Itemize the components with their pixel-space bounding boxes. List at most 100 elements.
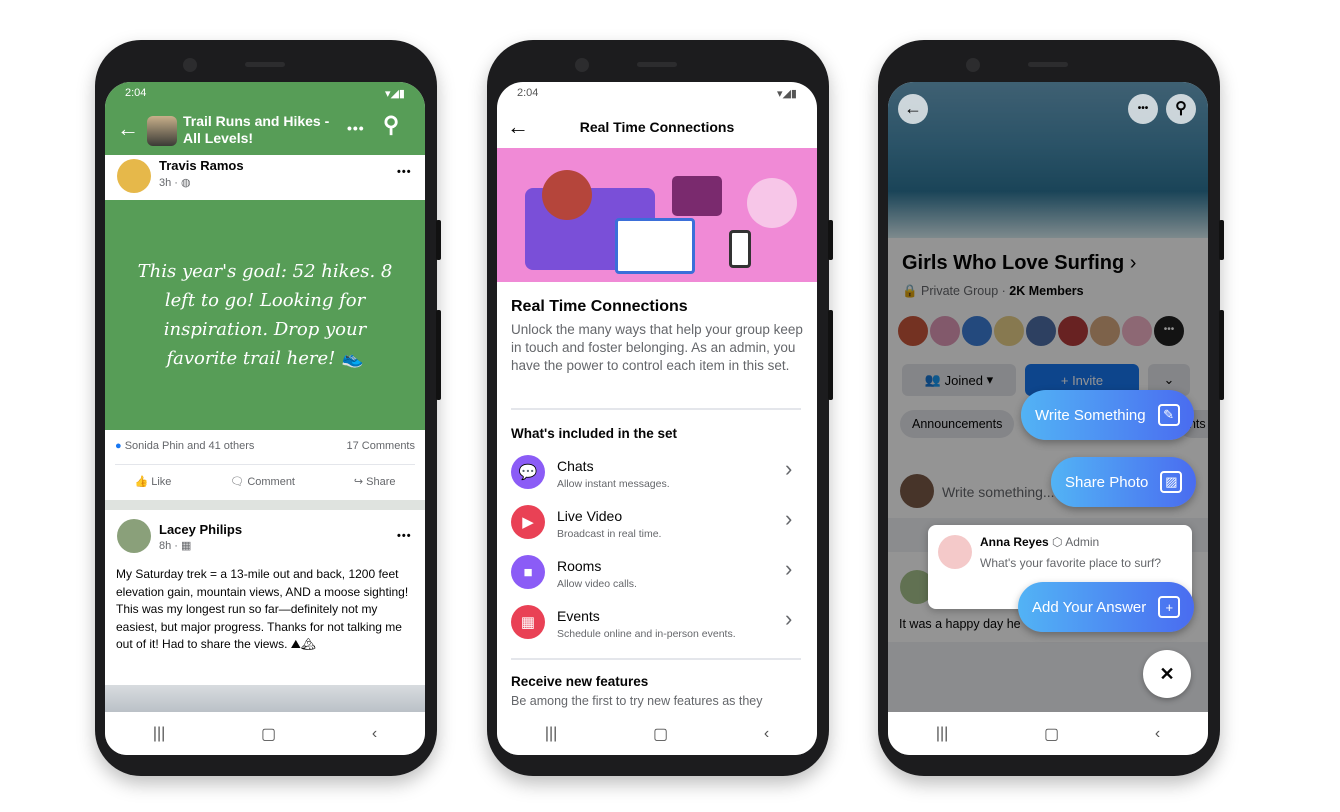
photo-icon: ▨ [1160,471,1183,493]
post-author[interactable]: Travis Ramos [159,158,244,173]
feature-item-rooms[interactable]: ■ Rooms Allow video calls. › [497,548,817,598]
phone-illustration [729,230,751,268]
avatar [117,159,151,193]
back-icon[interactable]: ← [117,116,139,142]
status-time: 2:04 [125,87,147,99]
back-icon[interactable]: ← [898,94,928,124]
post-actions: 👍 Like 🗨 Comment ↪ Share [105,475,425,488]
speaker [1028,62,1068,67]
feature-item-events[interactable]: ▦ Events Schedule online and in-person e… [497,598,817,648]
post-image[interactable] [105,685,425,715]
screen: Girls Who Love Surfing › 🔒 Private Group… [888,82,1208,755]
power-button [436,310,441,400]
edit-icon: ✎ [1157,404,1180,426]
screen: 2:04 ▾◢▮ ← Trail Runs and Hikes - All Leve… [105,82,425,755]
status-bar: 2:04 ▾◢▮ [497,82,817,104]
camera [966,58,980,72]
power-button [828,310,833,400]
comments-count[interactable]: 17 Comments [347,440,415,452]
system-nav-bar: ||| ▢ ‹ [105,712,425,755]
divider [511,408,801,410]
item-name: Events [557,608,600,624]
post-text: This year's goal: 52 hikes. 8 left to go… [137,261,393,369]
post-separator [105,500,425,510]
prompt-question: What's your favorite place to surf? [980,556,1162,570]
add-icon: + [1158,596,1181,618]
divider [511,658,801,660]
search-icon[interactable]: ⚲ [383,112,399,138]
volume-button [828,220,833,260]
share-photo-button[interactable]: Share Photo ▨ [1051,457,1197,507]
item-name: Live Video [557,508,623,524]
avatar [117,519,151,553]
chat-icon: 💬 [511,455,545,489]
power-button [1219,310,1224,400]
feature-set-title: Real Time Connections [511,298,688,315]
reactions-count[interactable]: Sonida Phin and 41 others [125,440,255,452]
post-meta: 3h · ◍ [159,177,191,189]
post-more-icon[interactable]: ••• [397,530,412,542]
item-name: Chats [557,458,594,474]
back-button[interactable]: ‹ [372,725,377,743]
post-more-icon[interactable]: ••• [397,166,412,178]
phone-group-composer: Girls Who Love Surfing › 🔒 Private Group… [878,40,1224,776]
feature-set-description: Unlock the many ways that help your grou… [511,322,803,373]
write-something-button[interactable]: Write Something ✎ [1021,390,1194,440]
more-icon[interactable]: ••• [1128,94,1158,124]
item-name: Rooms [557,558,602,574]
phone-group-feed: 2:04 ▾◢▮ ← Trail Runs and Hikes - All Leve… [95,40,441,776]
section-title: What's included in the set [511,426,677,441]
receive-features-description: Be among the first to try new features a… [511,694,763,708]
post-meta: 8h · ▦ [159,540,192,552]
header-title: Real Time Connections [579,119,735,135]
text-post-background: This year's goal: 52 hikes. 8 left to go… [105,200,425,430]
item-description: Allow video calls. [557,578,637,590]
camera [183,58,197,72]
divider [115,464,415,465]
avatar-illustration [747,178,797,228]
receive-features-title: Receive new features [511,674,649,689]
illustration-banner [497,148,817,282]
reactions-row: ● Sonida Phin and 41 others 17 Comments [115,440,415,452]
feature-item-live-video[interactable]: ▶ Live Video Broadcast in real time. › [497,498,817,548]
rooms-icon: ■ [511,555,545,589]
back-button[interactable]: ‹ [1155,725,1160,743]
volume-button [1219,220,1224,260]
volume-button [436,220,441,260]
more-icon[interactable]: ••• [347,120,365,136]
back-button[interactable]: ‹ [764,725,769,743]
chevron-right-icon: › [785,456,793,481]
home-button[interactable]: ▢ [653,724,668,744]
feature-item-chats[interactable]: 💬 Chats Allow instant messages. › [497,448,817,498]
group-thumbnail [147,116,177,146]
speaker [245,62,285,67]
add-your-answer-button[interactable]: Add Your Answer + [1018,582,1195,632]
post-author[interactable]: Lacey Philips [159,522,242,537]
status-time: 2:04 [517,87,539,99]
chevron-right-icon: › [785,506,793,531]
item-description: Schedule online and in-person events. [557,628,736,640]
comment-button[interactable]: 🗨 Comment [230,475,295,488]
recents-button[interactable]: ||| [545,725,557,743]
calendar-illustration [615,218,695,274]
share-button[interactable]: ↪ Share [354,475,396,488]
screen: 2:04 ▾◢▮ ← Real Time Connections Real Tim… [497,82,817,755]
status-bar: 2:04 ▾◢▮ [105,82,425,104]
prompt-author: Anna Reyes ⬡ Admin [980,535,1100,549]
like-button[interactable]: 👍 Like [134,475,171,488]
recents-button[interactable]: ||| [936,725,948,743]
home-button[interactable]: ▢ [261,724,276,744]
search-icon[interactable]: ⚲ [1166,94,1196,124]
video-tile-illustration [672,176,722,216]
camera [575,58,589,72]
status-icons: ▾◢▮ [384,88,405,100]
home-button[interactable]: ▢ [1044,724,1059,744]
status-icons: ▾◢▮ [776,88,797,100]
recents-button[interactable]: ||| [153,725,165,743]
admin-label: Admin [1065,535,1100,549]
system-nav-bar: ||| ▢ ‹ [888,712,1208,755]
phone-feature-set: 2:04 ▾◢▮ ← Real Time Connections Real Tim… [487,40,833,776]
chevron-right-icon: › [785,556,793,581]
item-description: Allow instant messages. [557,478,670,490]
close-button[interactable]: ✕ [1143,650,1191,698]
